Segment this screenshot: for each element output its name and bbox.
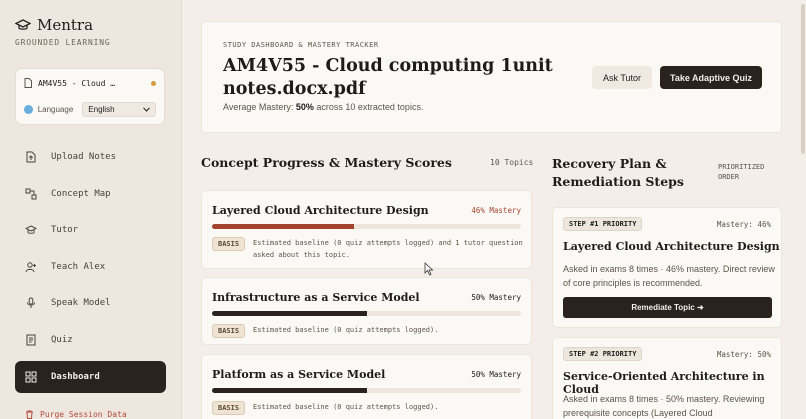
sidebar-item-label: Dashboard (51, 371, 100, 382)
page-scrollbar[interactable] (801, 4, 805, 154)
mastery-suffix: across 10 extracted topics. (313, 102, 424, 112)
upload-icon (26, 151, 36, 163)
sidebar-item-label: Quiz (51, 334, 73, 345)
mastery-bar-fill (212, 224, 355, 229)
take-adaptive-quiz-button[interactable]: Take Adaptive Quiz (660, 66, 762, 89)
language-label: Language (37, 105, 74, 114)
session-status-dot (151, 80, 156, 86)
concept-map-icon (25, 188, 37, 200)
sidebar: Mentra GROUNDED LEARNING AM4V55 - Cloud … (0, 0, 182, 419)
topic-card[interactable]: Platform as a Service Model 50% Mastery … (201, 354, 532, 419)
language-select[interactable]: English (82, 102, 156, 117)
topic-score: 50% Mastery (471, 370, 521, 379)
dashboard-icon (25, 371, 37, 383)
priority-badge: STEP #1 PRIORITY (563, 217, 643, 231)
recovery-description: Asked in exams 8 times · 46% mastery. Di… (563, 264, 775, 288)
document-icon (24, 78, 32, 88)
person-icon (25, 262, 36, 272)
mastery-bar (212, 311, 521, 316)
average-mastery: Average Mastery: 50% across 10 extracted… (223, 102, 423, 112)
recovery-mastery: Mastery: 46% (716, 220, 771, 229)
topic-score: 46% Mastery (471, 206, 521, 215)
brand-title: Mentra (37, 16, 94, 34)
sidebar-nav: Upload Notes Concept Map Tutor Teach Ale… (15, 141, 166, 397)
brand-subtitle: GROUNDED LEARNING (15, 38, 111, 47)
topic-card[interactable]: Layered Cloud Architecture Design 46% Ma… (201, 190, 532, 269)
purge-label: Purge Session Data (40, 410, 127, 419)
basis-badge: BASIS (212, 324, 246, 338)
session-card: AM4V55 - Cloud … Language English (15, 68, 165, 125)
mortarboard-icon (25, 225, 37, 234)
priority-badge: STEP #2 PRIORITY (563, 347, 643, 361)
purge-session-button[interactable]: Purge Session Data (25, 410, 127, 419)
session-selector[interactable]: AM4V55 - Cloud … (24, 78, 156, 88)
recovery-mastery: Mastery: 50% (716, 350, 771, 359)
sidebar-item-label: Teach Alex (51, 261, 106, 272)
sidebar-item-dashboard[interactable]: Dashboard (15, 360, 166, 393)
topic-score: 50% Mastery (471, 293, 521, 302)
ask-tutor-button[interactable]: Ask Tutor (592, 66, 652, 89)
topic-count: 10 Topics (490, 158, 534, 167)
basis-text: Estimated baseline (0 quiz attempts logg… (253, 403, 439, 411)
recovery-card: STEP #2 PRIORITY Mastery: 50% Service-Or… (552, 337, 782, 419)
page-title: AM4V55 - Cloud computing 1unit notes.doc… (223, 56, 553, 99)
sidebar-item-concept-map[interactable]: Concept Map (15, 178, 166, 210)
basis-text: Estimated baseline (0 quiz attempts logg… (253, 239, 523, 259)
recovery-topic-name: Layered Cloud Architecture Design (563, 240, 780, 253)
topic-name: Layered Cloud Architecture Design (212, 204, 429, 217)
mastery-bar (212, 388, 521, 393)
sidebar-item-quiz[interactable]: Quiz (15, 324, 166, 356)
dashboard-header: STUDY DASHBOARD & MASTERY TRACKER AM4V55… (201, 21, 782, 133)
mastery-prefix: Average Mastery: (223, 102, 296, 112)
sidebar-item-tutor[interactable]: Tutor (15, 214, 166, 246)
sidebar-item-speak-model[interactable]: Speak Model (15, 287, 166, 319)
mastery-value: 50% (295, 102, 314, 112)
sidebar-item-upload-notes[interactable]: Upload Notes (15, 141, 166, 173)
language-value: English (88, 105, 115, 114)
progress-section-title: Concept Progress & Mastery Scores (201, 155, 452, 170)
header-kicker: STUDY DASHBOARD & MASTERY TRACKER (223, 41, 379, 49)
recovery-description: Asked in exams 8 times · 50% mastery. Re… (563, 394, 765, 418)
recovery-section-title: Recovery Plan & Remediation Steps (552, 156, 684, 189)
mastery-bar-fill (212, 311, 367, 316)
remediate-topic-button[interactable]: Remediate Topic ➜ (563, 297, 772, 318)
mortarboard-icon (15, 19, 31, 30)
mastery-bar-fill (212, 388, 367, 393)
basis-badge: BASIS (212, 237, 246, 251)
topic-card[interactable]: Infrastructure as a Service Model 50% Ma… (201, 277, 532, 345)
mastery-bar (212, 224, 521, 229)
mouse-cursor-icon (424, 262, 434, 276)
sidebar-item-label: Speak Model (51, 298, 111, 309)
trash-icon (26, 410, 33, 419)
language-row: Language English (24, 102, 156, 117)
topic-name: Platform as a Service Model (212, 368, 386, 381)
basis-badge: BASIS (212, 401, 246, 415)
chevron-down-icon (143, 107, 150, 112)
sidebar-item-teach-alex[interactable]: Teach Alex (15, 251, 166, 283)
sidebar-item-label: Upload Notes (51, 152, 117, 162)
brand: Mentra (15, 16, 93, 34)
sidebar-item-label: Concept Map (51, 188, 111, 199)
session-name: AM4V55 - Cloud … (38, 78, 116, 88)
topic-name: Infrastructure as a Service Model (212, 291, 420, 304)
quiz-icon (26, 334, 36, 346)
prioritized-order-label: PRIORITIZED ORDER (718, 163, 765, 181)
microphone-icon (27, 297, 35, 309)
basis-text: Estimated baseline (0 quiz attempts logg… (253, 326, 439, 334)
sidebar-item-label: Tutor (51, 225, 79, 236)
globe-icon (24, 105, 33, 114)
recovery-card: STEP #1 PRIORITY Mastery: 46% Layered Cl… (552, 207, 782, 328)
